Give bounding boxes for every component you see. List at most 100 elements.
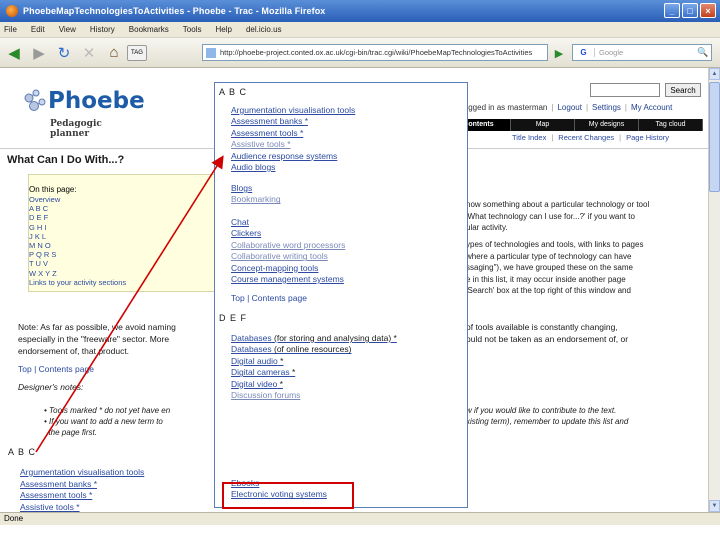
- popup-item-link[interactable]: Collaborative word processors: [231, 240, 345, 251]
- popup-item-link[interactable]: Bookmarking: [231, 194, 281, 205]
- minimize-button[interactable]: _: [664, 3, 680, 18]
- menu-help[interactable]: Help: [215, 25, 231, 34]
- navigation-toolbar: ◀ ▶ ↻ ✕ ⌂ TAG http://phoebe-project.cont…: [0, 38, 720, 68]
- back-icon[interactable]: ◀: [3, 42, 25, 64]
- bottom-strip: [0, 525, 720, 540]
- popup-item-link[interactable]: Digital audio *: [231, 356, 397, 367]
- window-title: PhoebeMapTechnologiesToActivities - Phoe…: [23, 6, 326, 16]
- menu-bookmarks[interactable]: Bookmarks: [129, 25, 169, 34]
- my-account-link[interactable]: My Account: [631, 103, 672, 112]
- scrollbar-thumb[interactable]: [709, 82, 720, 192]
- abc-item-link[interactable]: Assessment banks *: [20, 479, 144, 491]
- toc-item[interactable]: A B C: [29, 204, 126, 213]
- toc-item[interactable]: T U V: [29, 259, 126, 268]
- tab-tag-cloud[interactable]: Tag cloud: [639, 119, 703, 131]
- menu-history[interactable]: History: [90, 25, 115, 34]
- popup-item-link[interactable]: Clickers: [231, 228, 345, 239]
- popup-item-link[interactable]: Course management systems: [231, 274, 345, 285]
- toc-title: On this page:: [29, 185, 77, 194]
- menu-bar: File Edit View History Bookmarks Tools H…: [0, 22, 720, 38]
- search-input[interactable]: Google: [595, 48, 697, 57]
- tag-button[interactable]: TAG: [127, 44, 147, 61]
- overview-line: ssaging"), we have grouped these on the …: [466, 263, 633, 272]
- phoebe-logo[interactable]: Phoebe Pedagogic planner: [20, 84, 145, 139]
- popup-item-link[interactable]: Argumentation visualisation tools: [231, 105, 355, 116]
- menu-tools[interactable]: Tools: [183, 25, 202, 34]
- vertical-scrollbar[interactable]: ▲ ▼: [708, 68, 720, 512]
- note-paragraph: Note: As far as possible, we avoid namin…: [18, 321, 214, 357]
- toc-item[interactable]: P Q R S: [29, 250, 126, 259]
- contents-page-link[interactable]: Contents page: [39, 364, 94, 374]
- logo-subtitle: Pedagogic planner: [50, 119, 102, 139]
- top-link[interactable]: Top: [18, 364, 32, 374]
- toc-item[interactable]: W X Y Z: [29, 269, 126, 278]
- menu-delicious[interactable]: del.icio.us: [246, 25, 282, 34]
- scroll-down-icon[interactable]: ▼: [709, 500, 720, 512]
- popup-item-link[interactable]: Assessment tools *: [231, 128, 355, 139]
- url-text[interactable]: http://phoebe-project.conted.ox.ac.uk/cg…: [220, 48, 532, 57]
- wiki-search-input[interactable]: [590, 83, 660, 97]
- popup-item-link[interactable]: Concept-mapping tools: [231, 263, 345, 274]
- popup-item-link[interactable]: Assessment banks *: [231, 116, 355, 127]
- popup-item-link[interactable]: Audience response systems: [231, 151, 355, 162]
- popup-item-link[interactable]: Digital cameras *: [231, 367, 397, 378]
- toc-item[interactable]: M N O: [29, 241, 126, 250]
- overview-line: 'Search' box at the top right of this wi…: [466, 286, 631, 295]
- logged-in-label: logged in as masterman: [462, 103, 548, 112]
- popup-item-link[interactable]: Digital video *: [231, 379, 397, 390]
- abc-item-link[interactable]: Assessment tools *: [20, 490, 144, 502]
- menu-file[interactable]: File: [4, 25, 17, 34]
- wiki-search-button[interactable]: Search: [665, 83, 701, 97]
- go-icon[interactable]: ▶: [552, 46, 566, 60]
- settings-link[interactable]: Settings: [592, 103, 621, 112]
- popup-def-heading: D E F: [219, 313, 248, 323]
- toc-item[interactable]: Overview: [29, 195, 126, 204]
- toc-item[interactable]: G H I: [29, 223, 126, 232]
- popup-item-link[interactable]: Databases (of online resources): [231, 344, 397, 355]
- popup-item-link[interactable]: Assistive tools *: [231, 139, 355, 150]
- popup-top-links: Top | Contents page: [231, 293, 307, 303]
- tab-map[interactable]: Map: [511, 119, 575, 131]
- abc-item-link[interactable]: Assistive tools *: [20, 502, 144, 512]
- popup-item-link[interactable]: Discussion forums: [231, 390, 397, 401]
- url-bar[interactable]: http://phoebe-project.conted.ox.ac.uk/cg…: [202, 44, 548, 61]
- popup-item-link[interactable]: Audio blogs: [231, 162, 355, 173]
- menu-edit[interactable]: Edit: [31, 25, 45, 34]
- popup-item-link[interactable]: Databases (for storing and analysing dat…: [231, 333, 397, 344]
- maximize-button[interactable]: □: [682, 3, 698, 18]
- top-links: Top | Contents page: [18, 364, 94, 374]
- page-history-link[interactable]: Page History: [626, 133, 669, 142]
- search-icon[interactable]: 🔍: [697, 47, 711, 58]
- popup-item-link[interactable]: Collaborative writing tools: [231, 251, 345, 262]
- page-title: What Can I Do With...?: [7, 154, 125, 166]
- logout-link[interactable]: Logout: [557, 103, 581, 112]
- close-button[interactable]: ×: [700, 3, 716, 18]
- popup-b-list: Blogs Bookmarking: [231, 183, 281, 206]
- popup-contents-link[interactable]: Contents page: [252, 293, 307, 303]
- toc-item[interactable]: Links to your activity sections: [29, 278, 126, 287]
- reload-icon[interactable]: ↻: [53, 42, 75, 64]
- popup-item-link[interactable]: Chat: [231, 217, 345, 228]
- designers-note-item: xisting term), remember to update this l…: [466, 417, 629, 426]
- tab-my-designs[interactable]: My designs: [575, 119, 639, 131]
- popup-item-link[interactable]: Blogs: [231, 183, 281, 194]
- menu-view[interactable]: View: [59, 25, 76, 34]
- popup-abc-list: Argumentation visualisation tools Assess…: [231, 105, 355, 173]
- designers-note-item: • Tools marked * do not yet have en: [44, 406, 171, 415]
- title-index-link[interactable]: Title Index: [512, 133, 546, 142]
- search-bar[interactable]: G Google 🔍: [572, 44, 712, 61]
- abc-item-link[interactable]: Argumentation visualisation tools: [20, 467, 144, 479]
- toc-item[interactable]: J K L: [29, 232, 126, 241]
- overview-line: e in this list, it may occur inside anot…: [466, 274, 626, 284]
- toc-item[interactable]: D E F: [29, 213, 126, 222]
- status-bar: Done: [0, 512, 720, 525]
- google-icon[interactable]: G: [573, 48, 595, 57]
- recent-changes-link[interactable]: Recent Changes: [558, 133, 614, 142]
- stop-icon[interactable]: ✕: [78, 42, 100, 64]
- scroll-up-icon[interactable]: ▲: [709, 68, 720, 80]
- designers-note-item: w if you would like to contribute to the…: [466, 406, 617, 415]
- home-icon[interactable]: ⌂: [103, 42, 125, 64]
- forward-icon[interactable]: ▶: [28, 42, 50, 64]
- meta-nav: logged in as masterman | Logout | Settings | M…: [462, 103, 673, 112]
- popup-top-link[interactable]: Top: [231, 293, 245, 303]
